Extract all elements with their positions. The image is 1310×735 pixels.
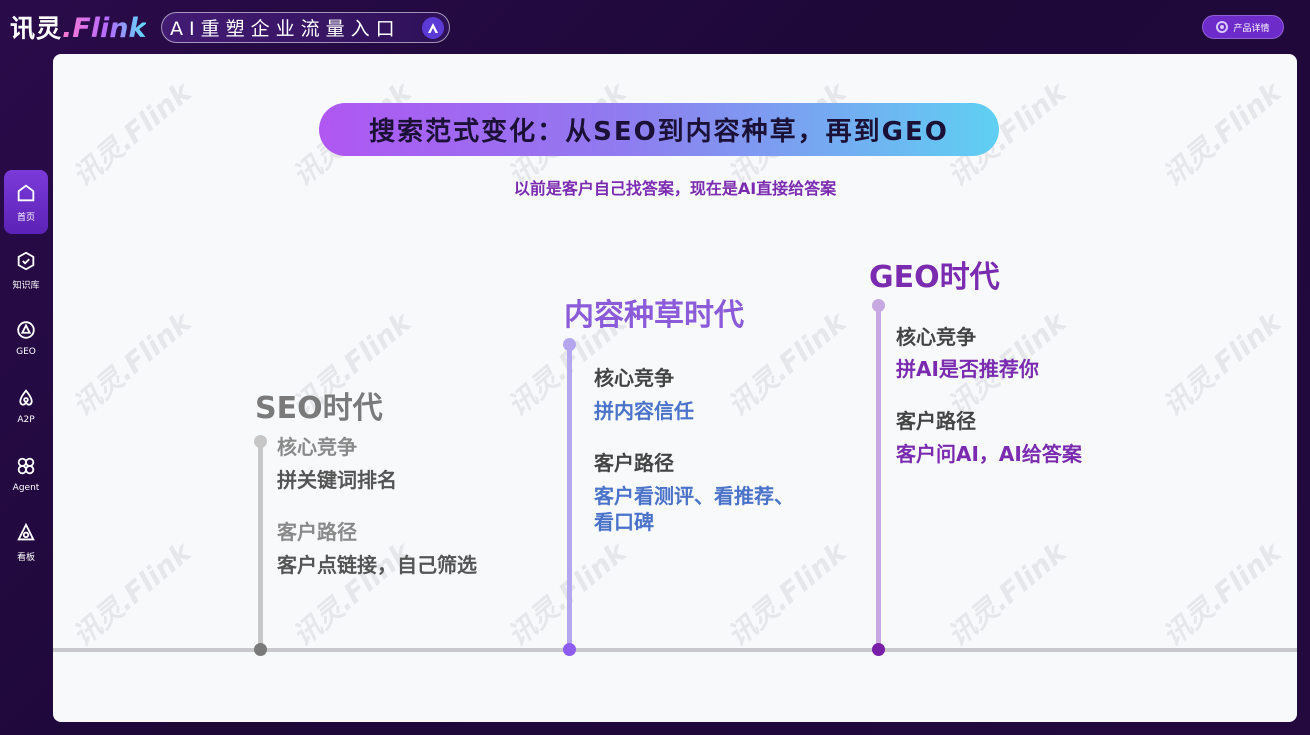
watermark-text: 讯灵.Flink (721, 535, 853, 654)
seo-competition-label: 核心竞争 (277, 435, 357, 459)
watermark-text: 讯灵.Flink (1156, 535, 1288, 654)
brand-name-cn: 讯灵 (10, 14, 63, 43)
watermark-text: 讯灵.Flink (66, 535, 198, 654)
sidebar-item-label: 看板 (16, 552, 35, 563)
agent-icon (17, 457, 35, 475)
knowledge-icon (17, 251, 35, 270)
geo-era-stem (876, 306, 881, 650)
geo-icon (17, 321, 35, 339)
geo-path-value: 客户问AI，AI给答案 (896, 442, 1082, 466)
sidebar-item-label: GEO (16, 347, 36, 357)
geo-era-axis-dot (872, 643, 885, 656)
content-competition-value: 拼内容信任 (594, 399, 694, 423)
brand-name-en: .Flink (62, 13, 147, 44)
slide-title: 搜索范式变化：从SEO到内容种草，再到GEO (369, 117, 949, 147)
seo-path-value: 客户点链接，自己筛选 (277, 553, 477, 577)
content-path-value: 客户看测评、看推荐、 看口碑 (594, 483, 794, 535)
product-detail-icon (1216, 21, 1229, 33)
product-detail-label: 产品详情 (1233, 23, 1270, 34)
geo-era-title: GEO时代 (869, 260, 1000, 295)
a2p-icon (19, 389, 33, 406)
product-detail-button[interactable]: 产品详情 (1202, 15, 1284, 39)
content-path-label: 客户路径 (594, 451, 674, 475)
slide-title-pill: 搜索范式变化：从SEO到内容种草，再到GEO (319, 103, 999, 156)
sidebar-item-label: 首页 (16, 212, 35, 223)
watermark-text: 讯灵.Flink (1156, 305, 1288, 424)
sidebar-item-label: Agent (12, 483, 40, 493)
home-icon (17, 184, 35, 201)
seo-path-label: 客户路径 (277, 520, 357, 544)
slogan-pill: AI重塑企业流量入口 (161, 12, 450, 43)
watermark-text: 讯灵.Flink (501, 535, 633, 654)
top-bar: 讯灵 .Flink AI重塑企业流量入口 产品详情 (0, 0, 1310, 54)
geo-competition-label: 核心竞争 (896, 325, 976, 349)
geo-era-top-dot (872, 299, 885, 312)
watermark-text: 讯灵.Flink (286, 535, 418, 654)
seo-era-top-dot (254, 435, 267, 448)
seo-era-stem (258, 439, 263, 650)
sidebar-item-dashboard[interactable]: 看板 (4, 510, 48, 574)
content-era-axis-dot (563, 643, 576, 656)
sidebar-item-home[interactable]: 首页 (4, 170, 48, 234)
sidebar-item-label: 知识库 (12, 280, 40, 291)
content-era-stem (567, 344, 572, 650)
seo-competition-value: 拼关键词排名 (277, 468, 397, 492)
watermark-text: 讯灵.Flink (941, 535, 1073, 654)
brand-logo[interactable]: 讯灵 .Flink (10, 9, 147, 44)
sidebar-item-a2p[interactable]: A2P (4, 374, 48, 438)
sidebar-item-agent[interactable]: Agent (4, 442, 48, 506)
dashboard-icon (17, 522, 35, 540)
sidebar-item-geo[interactable]: GEO (4, 306, 48, 370)
seo-era-axis-dot (254, 643, 267, 656)
geo-competition-value: 拼AI是否推荐你 (896, 357, 1039, 381)
a-logo-icon (422, 17, 444, 39)
sidebar-item-knowledge[interactable]: 知识库 (4, 238, 48, 302)
timeline-axis (53, 648, 1297, 652)
slide-card: 讯灵.Flink 讯灵.Flink 讯灵.Flink 讯灵.Flink 讯灵.Flink… (53, 54, 1297, 722)
seo-era-title: SEO时代 (255, 391, 383, 426)
content-era-top-dot (563, 338, 576, 351)
watermark-text: 讯灵.Flink (66, 305, 198, 424)
content-path-value-line: 看口碑 (594, 510, 654, 534)
content-era-title: 内容种草时代 (564, 298, 744, 333)
geo-path-label: 客户路径 (896, 409, 976, 433)
content-path-value-line: 客户看测评、看推荐、 (594, 484, 794, 508)
slide-subtitle: 以前是客户自己找答案，现在是AI直接给答案 (513, 179, 837, 198)
content-competition-label: 核心竞争 (594, 366, 674, 390)
sidebar-item-label: A2P (17, 415, 35, 425)
slogan-text: AI重塑企业流量入口 (170, 18, 401, 40)
